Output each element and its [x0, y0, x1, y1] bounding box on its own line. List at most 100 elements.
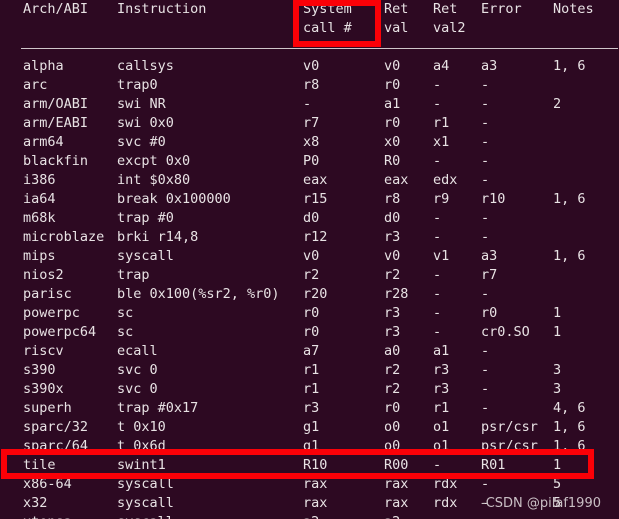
cell-retval: r0: [384, 400, 401, 416]
cell-retval: o0: [384, 438, 401, 454]
cell-retval2: r3: [433, 381, 450, 397]
table-row: mips syscall v0 v0 v1 a3 1, 6: [0, 247, 619, 266]
cell-retval: r3: [384, 305, 401, 321]
cell-arch: superh: [23, 400, 72, 416]
cell-retval2: -: [433, 229, 442, 245]
cell-instruction: t 0x6d: [117, 438, 166, 454]
cell-notes: 2: [553, 96, 562, 112]
cell-error: -: [481, 229, 490, 245]
cell-error: -: [481, 153, 490, 169]
cell-arch: arm/OABI: [23, 96, 89, 112]
cell-syscall: eax: [303, 172, 328, 188]
cell-notes: 1: [553, 324, 562, 340]
cell-arch: parisc: [23, 286, 72, 302]
cell-notes: 3: [553, 362, 562, 378]
cell-error: -: [481, 115, 490, 131]
cell-retval2: -: [433, 267, 442, 283]
cell-retval2: rdx: [433, 476, 458, 492]
cell-error: -: [481, 343, 490, 359]
table-row: blackfin excpt 0x0 P0 R0 - -: [0, 152, 619, 171]
cell-syscall: r2: [303, 267, 320, 283]
cell-notes: 1: [553, 457, 562, 473]
table-row: arm/OABI swi NR - a1 - - 2: [0, 95, 619, 114]
cell-notes: 4, 6: [553, 400, 586, 416]
cell-syscall: rax: [303, 495, 328, 511]
cell-arch: nios2: [23, 267, 64, 283]
cell-syscall: r1: [303, 381, 320, 397]
cell-notes: 1, 6: [553, 58, 586, 74]
cell-retval: r3: [384, 324, 401, 340]
cell-arch: microblaze: [23, 229, 105, 245]
cell-notes: 5: [553, 476, 562, 492]
cell-arch: xtensa: [23, 513, 72, 519]
cell-error: -: [481, 172, 490, 188]
cell-retval2: r1: [433, 400, 450, 416]
cell-arch: s390x: [23, 381, 64, 397]
column-header-retval: Ret: [384, 1, 409, 17]
cell-retval: r2: [384, 381, 401, 397]
column-header-retval2: Ret: [433, 1, 458, 17]
cell-retval: r0: [384, 77, 401, 93]
cell-instruction: swint1: [117, 457, 166, 473]
cell-syscall: r3: [303, 400, 320, 416]
cell-retval: d0: [384, 210, 401, 226]
cell-arch: s390: [23, 362, 56, 378]
cell-retval: o0: [384, 419, 401, 435]
cell-syscall: P0: [303, 153, 320, 169]
cell-syscall: r12: [303, 229, 328, 245]
cell-retval2: r9: [433, 191, 450, 207]
cell-retval: rax: [384, 495, 409, 511]
cell-error: cr0.SO: [481, 324, 530, 340]
cell-instruction: excpt 0x0: [117, 153, 191, 169]
cell-syscall: r15: [303, 191, 328, 207]
table-body: alpha callsys v0 v0 a4 a3 1, 6 arc trap0 r8 r0- - ar…: [0, 57, 619, 519]
table-row: arc trap0 r8 r0 - -: [0, 76, 619, 95]
terminal-window: Arch/ABI Instruction System Ret Ret Erro…: [0, 0, 619, 519]
cell-syscall: r0: [303, 305, 320, 321]
cell-error: -: [481, 381, 490, 397]
cell-retval: r2: [384, 267, 401, 283]
cell-notes: 1, 6: [553, 191, 586, 207]
cell-syscall: g1: [303, 419, 320, 435]
cell-retval: v0: [384, 248, 401, 264]
cell-arch: i386: [23, 172, 56, 188]
cell-arch: mips: [23, 248, 56, 264]
column-header-error: Error: [481, 1, 522, 17]
cell-syscall: v0: [303, 58, 320, 74]
cell-arch: riscv: [23, 343, 64, 359]
cell-error: r7: [481, 267, 498, 283]
cell-arch: powerpc64: [23, 324, 97, 340]
cell-instruction: trap0: [117, 77, 158, 93]
cell-syscall: R10: [303, 457, 328, 473]
cell-instruction: brki r14,8: [117, 229, 199, 245]
table-row: arm/EABI swi 0x0 r7 r0 r1 -: [0, 114, 619, 133]
table-row: arm64 svc #0 x8 x0 x1 -: [0, 133, 619, 152]
cell-notes: 1, 6: [553, 438, 586, 454]
table-row: powerpc sc r0 r3 - r0 1: [0, 304, 619, 323]
table-row: powerpc64 sc r0 r3 - cr0.SO 1: [0, 323, 619, 342]
table-row: microblaze brki r14,8 r12 r3 - -: [0, 228, 619, 247]
cell-instruction: int $0x80: [117, 172, 191, 188]
cell-syscall: r1: [303, 362, 320, 378]
cell-syscall: d0: [303, 210, 320, 226]
cell-notes: 3: [553, 381, 562, 397]
cell-syscall: r7: [303, 115, 320, 131]
cell-retval2: o1: [433, 438, 450, 454]
cell-instruction: sc: [117, 324, 134, 340]
cell-retval2: o1: [433, 419, 450, 435]
table-row: ia64 break 0x100000 r15 r8 r9 r10 1, 6: [0, 190, 619, 209]
cell-retval: r2: [384, 362, 401, 378]
cell-retval2: -: [433, 305, 442, 321]
cell-retval2: -: [433, 96, 442, 112]
cell-instruction: syscall: [117, 495, 174, 511]
cell-retval: r28: [384, 286, 409, 302]
cell-instruction: svc 0: [117, 381, 158, 397]
cell-arch: ia64: [23, 191, 56, 207]
cell-syscall: r20: [303, 286, 328, 302]
cell-syscall: g1: [303, 438, 320, 454]
cell-retval: r3: [384, 229, 401, 245]
column-header-arch: Arch/ABI: [23, 1, 89, 17]
column-header-retval2-cont: val2: [433, 20, 466, 36]
cell-retval2: r3: [433, 362, 450, 378]
cell-arch: powerpc: [23, 305, 80, 321]
